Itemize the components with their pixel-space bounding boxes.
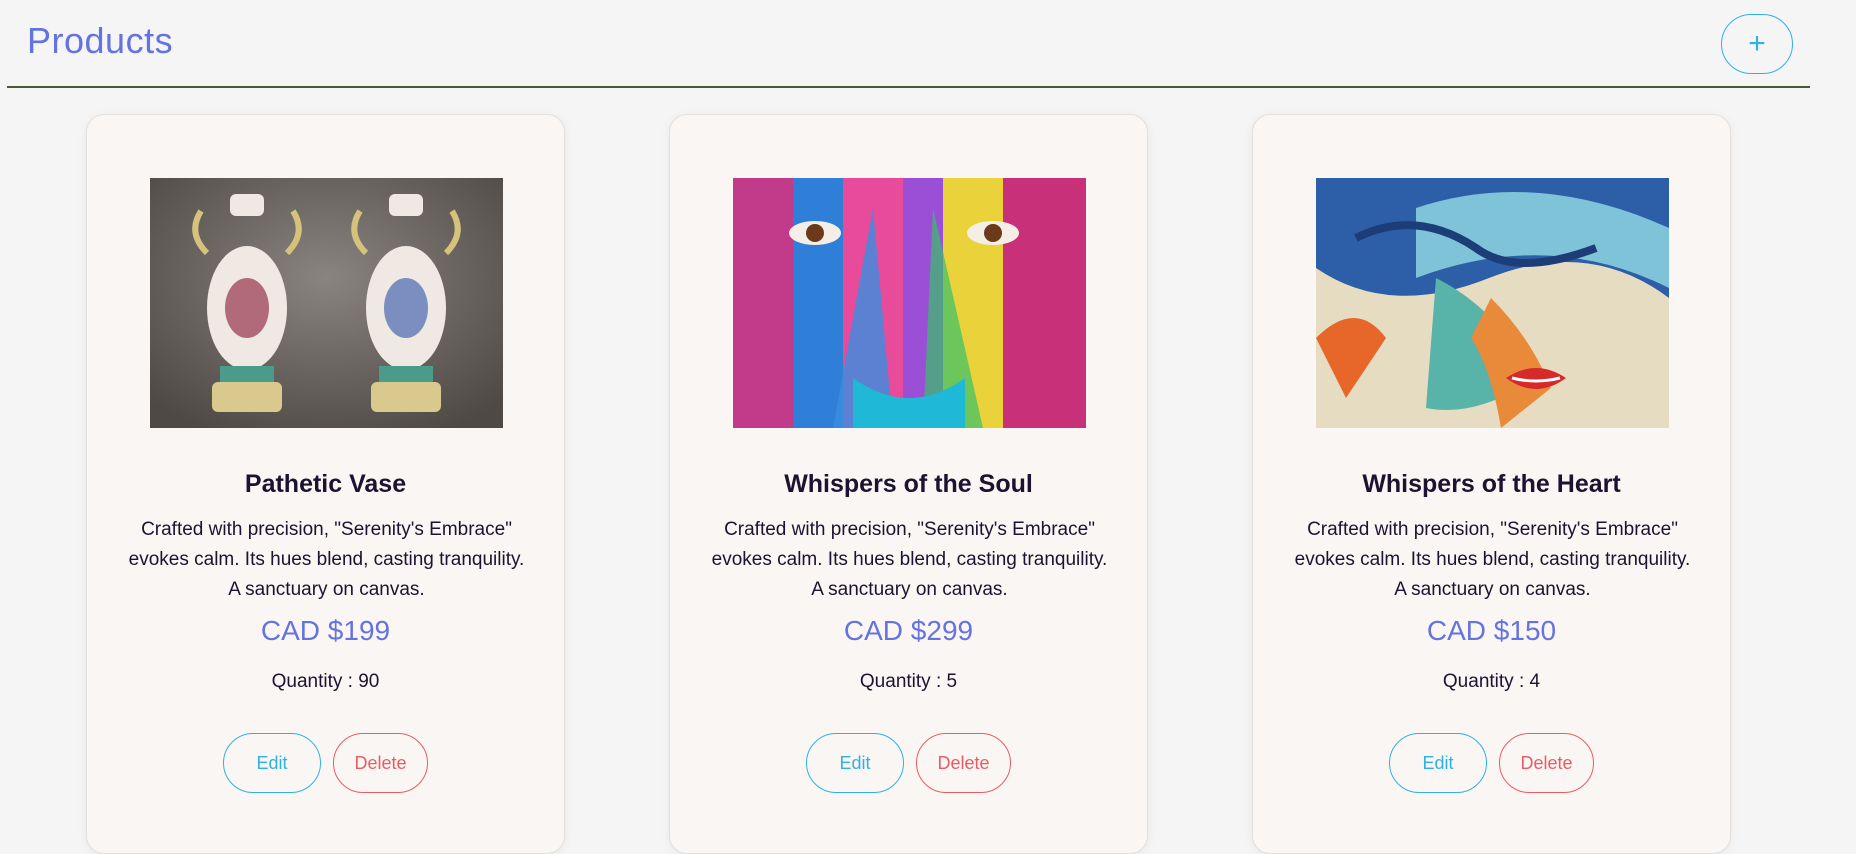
card-actions: Edit Delete: [87, 733, 564, 793]
product-name: Whispers of the Heart: [1362, 470, 1621, 498]
product-description: Crafted with precision, "Serenity's Embr…: [1294, 519, 1691, 600]
product-description: Crafted with precision, "Serenity's Embr…: [711, 519, 1108, 600]
product-name: Pathetic Vase: [244, 470, 407, 498]
add-product-button[interactable]: +: [1721, 14, 1793, 74]
delete-button[interactable]: Delete: [333, 733, 428, 793]
edit-button[interactable]: Edit: [223, 733, 321, 793]
product-image: [733, 178, 1086, 428]
product-card: Whispers of the Heart Crafted with preci…: [1252, 114, 1731, 854]
page-title: Products: [27, 20, 174, 61]
card-actions: Edit Delete: [1253, 733, 1730, 793]
product-quantity: Quantity : 90: [271, 671, 380, 692]
delete-button[interactable]: Delete: [916, 733, 1011, 793]
product-price: CAD $299: [843, 615, 974, 646]
delete-button[interactable]: Delete: [1499, 733, 1594, 793]
product-quantity: Quantity : 4: [1442, 671, 1541, 692]
product-card: Whispers of the Soul Crafted with precis…: [669, 114, 1148, 854]
product-price: CAD $150: [1426, 615, 1557, 646]
card-actions: Edit Delete: [670, 733, 1147, 793]
product-card: Pathetic Vase Crafted with precision, "S…: [86, 114, 565, 854]
product-image: [1316, 178, 1669, 428]
product-image: [150, 178, 503, 428]
product-quantity: Quantity : 5: [859, 671, 958, 692]
page-header: Products +: [7, 0, 1810, 88]
edit-button[interactable]: Edit: [1389, 733, 1487, 793]
product-name: Whispers of the Soul: [784, 470, 1033, 498]
product-price: CAD $199: [260, 615, 391, 646]
product-description: Crafted with precision, "Serenity's Embr…: [128, 519, 525, 600]
edit-button[interactable]: Edit: [806, 733, 904, 793]
